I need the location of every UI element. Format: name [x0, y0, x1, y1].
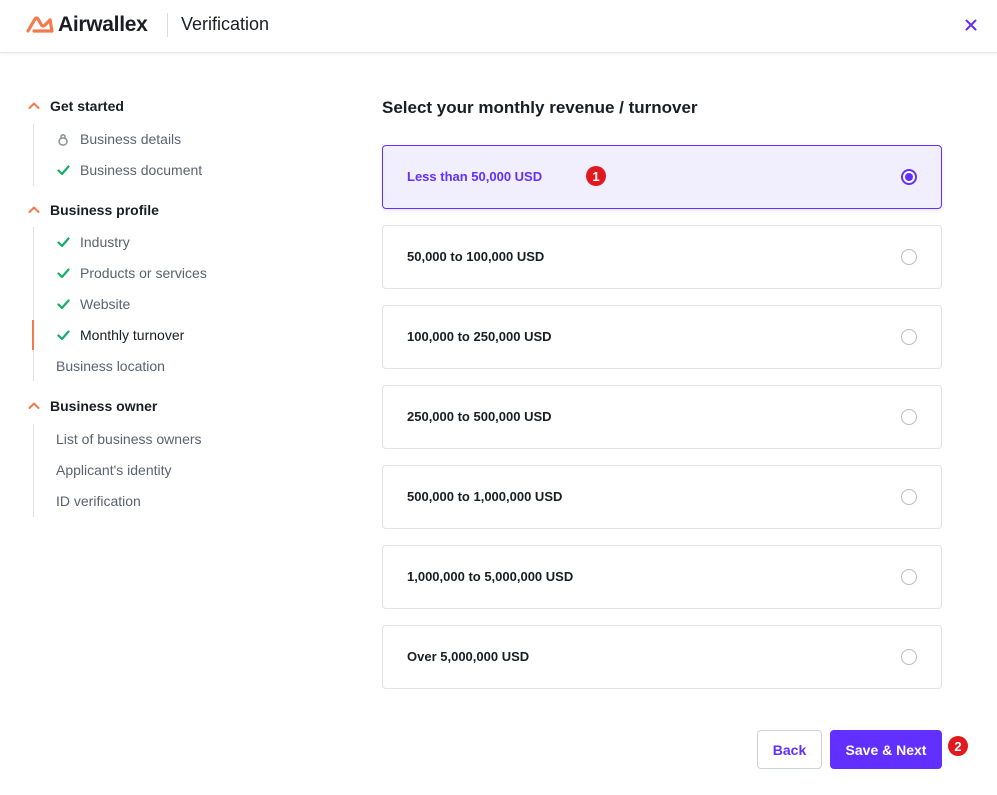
option-less-than-50000[interactable]: Less than 50,000 USD — [382, 145, 942, 209]
option-1000000-to-5000000[interactable]: 1,000,000 to 5,000,000 USD — [382, 545, 942, 609]
check-icon — [56, 163, 70, 177]
step-rail — [33, 124, 34, 186]
header-divider — [167, 13, 168, 37]
check-icon — [56, 328, 70, 342]
chevron-up-icon — [28, 206, 40, 213]
step-label: Monthly turnover — [80, 327, 185, 343]
save-and-next-button[interactable]: Save & Next — [830, 730, 942, 769]
option-label: 250,000 to 500,000 USD — [407, 409, 552, 424]
step-products-or-services[interactable]: Products or services — [56, 263, 207, 283]
step-monthly-turnover[interactable]: Monthly turnover — [56, 325, 184, 345]
current-step-indicator — [32, 320, 34, 350]
option-label: 1,000,000 to 5,000,000 USD — [407, 569, 574, 584]
page-title: Verification — [181, 14, 270, 34]
radio-unselected[interactable] — [901, 489, 917, 505]
step-label: ID verification — [56, 493, 141, 509]
step-label: Products or services — [80, 265, 207, 281]
check-icon — [56, 266, 70, 280]
radio-unselected[interactable] — [901, 649, 917, 665]
radio-unselected[interactable] — [901, 569, 917, 585]
option-label: 50,000 to 100,000 USD — [407, 249, 545, 264]
option-label: 100,000 to 250,000 USD — [407, 329, 552, 344]
option-label: 500,000 to 1,000,000 USD — [407, 489, 563, 504]
step-business-details[interactable]: Business details — [56, 129, 181, 149]
question-title: Select your monthly revenue / turnover — [382, 98, 698, 117]
airwallex-logo: Airwallex — [26, 13, 148, 36]
option-250000-to-500000[interactable]: 250,000 to 500,000 USD — [382, 385, 942, 449]
step-rail — [33, 424, 34, 517]
option-over-5000000[interactable]: Over 5,000,000 USD — [382, 625, 942, 689]
step-rail — [33, 227, 34, 381]
step-id-verification[interactable]: ID verification — [56, 491, 141, 511]
option-100000-to-250000[interactable]: 100,000 to 250,000 USD — [382, 305, 942, 369]
step-label: Applicant's identity — [56, 462, 172, 478]
radio-selected[interactable] — [901, 169, 917, 185]
step-label: Business details — [80, 131, 182, 147]
radio-unselected[interactable] — [901, 249, 917, 265]
radio-unselected[interactable] — [901, 329, 917, 345]
option-label: Over 5,000,000 USD — [407, 649, 530, 664]
section-get-started[interactable]: Get started — [26, 96, 124, 116]
step-business-document[interactable]: Business document — [56, 160, 202, 180]
section-business-owner[interactable]: Business owner — [26, 396, 157, 416]
section-label: Business owner — [50, 398, 158, 414]
step-label: Business location — [56, 358, 165, 374]
airwallex-logo-icon — [26, 16, 54, 33]
check-icon — [56, 235, 70, 249]
option-label: Less than 50,000 USD — [407, 169, 543, 184]
close-button[interactable] — [959, 13, 983, 37]
option-50000-to-100000[interactable]: 50,000 to 100,000 USD — [382, 225, 942, 289]
section-label: Business profile — [50, 202, 159, 218]
step-website[interactable]: Website — [56, 294, 130, 314]
step-business-location[interactable]: Business location — [56, 356, 165, 376]
step-label: Industry — [80, 234, 130, 250]
brand-name: Airwallex — [58, 13, 148, 36]
section-business-profile[interactable]: Business profile — [26, 200, 159, 220]
check-icon — [56, 297, 70, 311]
step-label: Website — [80, 296, 131, 312]
step-label: Business document — [80, 162, 203, 178]
chevron-up-icon — [28, 402, 40, 409]
lock-icon — [56, 132, 70, 146]
step-label: List of business owners — [56, 431, 202, 447]
annotation-badge-2: 2 — [948, 736, 968, 756]
top-bar: Airwallex Verification — [0, 0, 997, 53]
chevron-up-icon — [28, 102, 40, 109]
step-industry[interactable]: Industry — [56, 232, 130, 252]
step-applicants-identity[interactable]: Applicant's identity — [56, 460, 172, 480]
option-500000-to-1000000[interactable]: 500,000 to 1,000,000 USD — [382, 465, 942, 529]
back-button[interactable]: Back — [757, 730, 822, 769]
radio-unselected[interactable] — [901, 409, 917, 425]
section-label: Get started — [50, 98, 124, 114]
annotation-badge-1: 1 — [586, 166, 606, 186]
close-icon — [965, 19, 977, 31]
step-list-of-business-owners[interactable]: List of business owners — [56, 429, 202, 449]
